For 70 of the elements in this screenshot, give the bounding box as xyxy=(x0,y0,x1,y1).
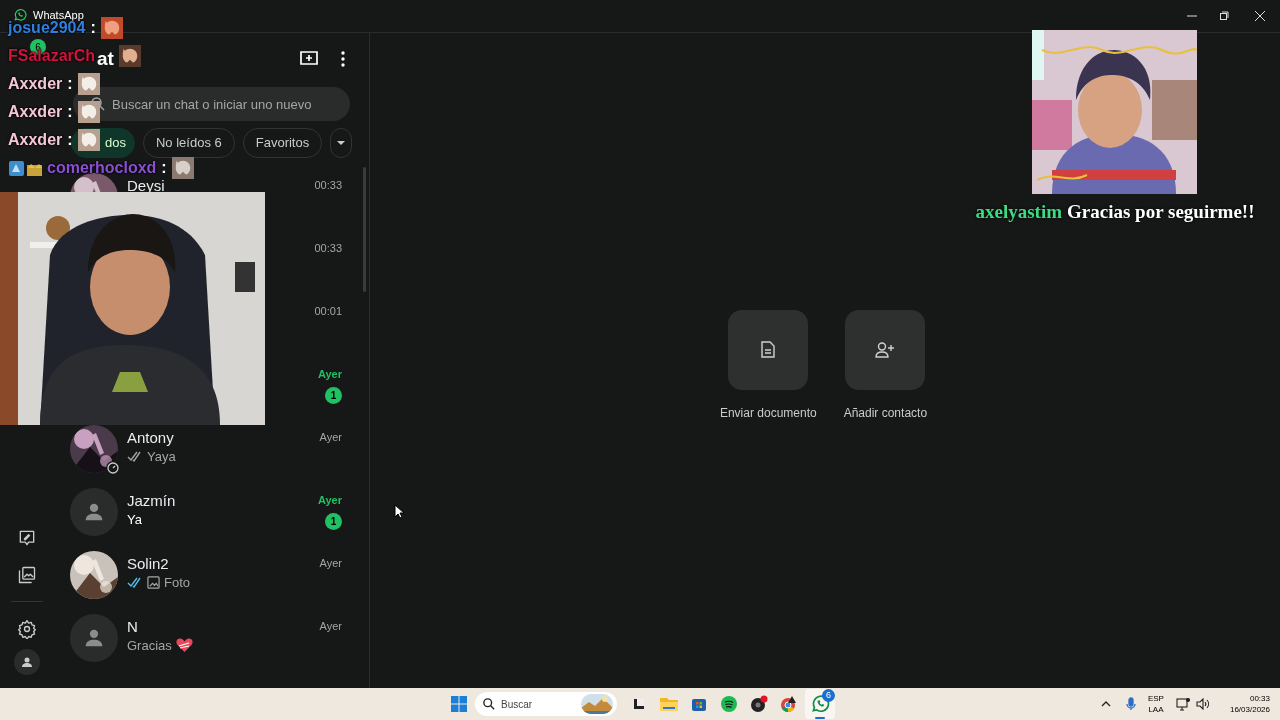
unread-badge: 1 xyxy=(325,513,342,530)
message-preview: Ya xyxy=(127,511,142,528)
scrollbar[interactable] xyxy=(363,167,366,292)
close-icon[interactable] xyxy=(1255,11,1265,21)
panel-title: at xyxy=(97,48,114,70)
browser-icon[interactable] xyxy=(780,695,798,713)
settings-icon[interactable] xyxy=(17,618,37,639)
chat-username: Axxder xyxy=(8,76,63,92)
caret-icon xyxy=(336,140,347,146)
search-field[interactable]: Buscar un chat o iniciar uno nuevo xyxy=(73,87,350,121)
chat-time: Ayer xyxy=(317,494,342,507)
chat-colon: : xyxy=(67,104,73,120)
volume-icon[interactable] xyxy=(1195,698,1210,710)
folder-icon[interactable] xyxy=(660,697,678,711)
profile-avatar[interactable] xyxy=(14,649,40,675)
message-preview: Foto xyxy=(164,574,190,591)
chat-username: comerhocloxd xyxy=(47,160,157,176)
contact-name: N xyxy=(127,619,138,634)
chat-username: Axxder xyxy=(8,132,63,148)
action-tile[interactable] xyxy=(845,309,926,390)
whatsapp-taskbar-button[interactable]: 6 xyxy=(805,689,835,719)
start-icon[interactable] xyxy=(451,696,467,712)
chat-time: Ayer xyxy=(319,431,342,444)
new-chat-icon[interactable] xyxy=(299,50,319,68)
media-gallery-icon[interactable] xyxy=(17,564,37,585)
contact-name: Solin2 xyxy=(127,556,169,571)
action-label: Enviar documento xyxy=(719,404,817,422)
contact-name: Antony xyxy=(127,430,174,445)
window-title: WhatsApp xyxy=(33,9,84,21)
chat-username: FSalazarCh xyxy=(8,48,96,64)
language-indicator[interactable]: ESP LAA xyxy=(1141,693,1170,715)
app-logo-icon xyxy=(13,8,27,22)
action-tile[interactable] xyxy=(728,309,809,390)
chevron-up-icon[interactable] xyxy=(1100,701,1111,707)
chat-time: 00:01 xyxy=(314,305,342,318)
chat-colon: : xyxy=(67,132,73,148)
network-icon[interactable] xyxy=(1175,697,1190,711)
add-person-icon xyxy=(875,341,896,358)
microphone-icon[interactable] xyxy=(1125,697,1136,711)
contact-name: Deysi xyxy=(127,178,165,193)
music-app-icon[interactable] xyxy=(721,696,737,712)
chat-colon: : xyxy=(67,76,73,92)
document-icon xyxy=(761,341,776,358)
taskbar-search[interactable]: Buscar xyxy=(475,692,581,716)
search-icon xyxy=(483,698,495,710)
follower-name: axelyastim xyxy=(975,201,1062,223)
maximize-icon[interactable] xyxy=(1219,11,1229,21)
chat-time: Ayer xyxy=(319,620,342,633)
chat-username: josue2904 xyxy=(8,20,86,36)
chat-colon: : xyxy=(161,160,167,176)
chat-colon: : xyxy=(90,20,96,36)
menu-icon[interactable] xyxy=(341,51,345,67)
store-icon[interactable] xyxy=(691,696,707,712)
contact-name: Jazmín xyxy=(127,493,176,508)
action-label: Añadir contacto xyxy=(843,404,928,422)
message-preview: Gracias xyxy=(127,637,172,654)
cursor-icon xyxy=(394,504,404,519)
unread-badge: 1 xyxy=(325,387,342,404)
chat-username: Axxder xyxy=(8,104,63,120)
game-app-icon[interactable] xyxy=(750,695,768,713)
search-icon xyxy=(91,97,105,111)
chat-time: Ayer xyxy=(317,368,342,381)
message-preview: Yaya xyxy=(147,448,176,465)
chat-time: 00:33 xyxy=(314,242,342,255)
alert-message: Gracias por seguirme!! xyxy=(1067,201,1255,223)
task-view-icon[interactable] xyxy=(632,697,646,711)
chat-time: 00:33 xyxy=(314,179,342,192)
notification-badge: 6 xyxy=(822,689,835,702)
chat-time: Ayer xyxy=(319,557,342,570)
clock[interactable]: 00:33 16/03/2026 xyxy=(1215,693,1270,715)
